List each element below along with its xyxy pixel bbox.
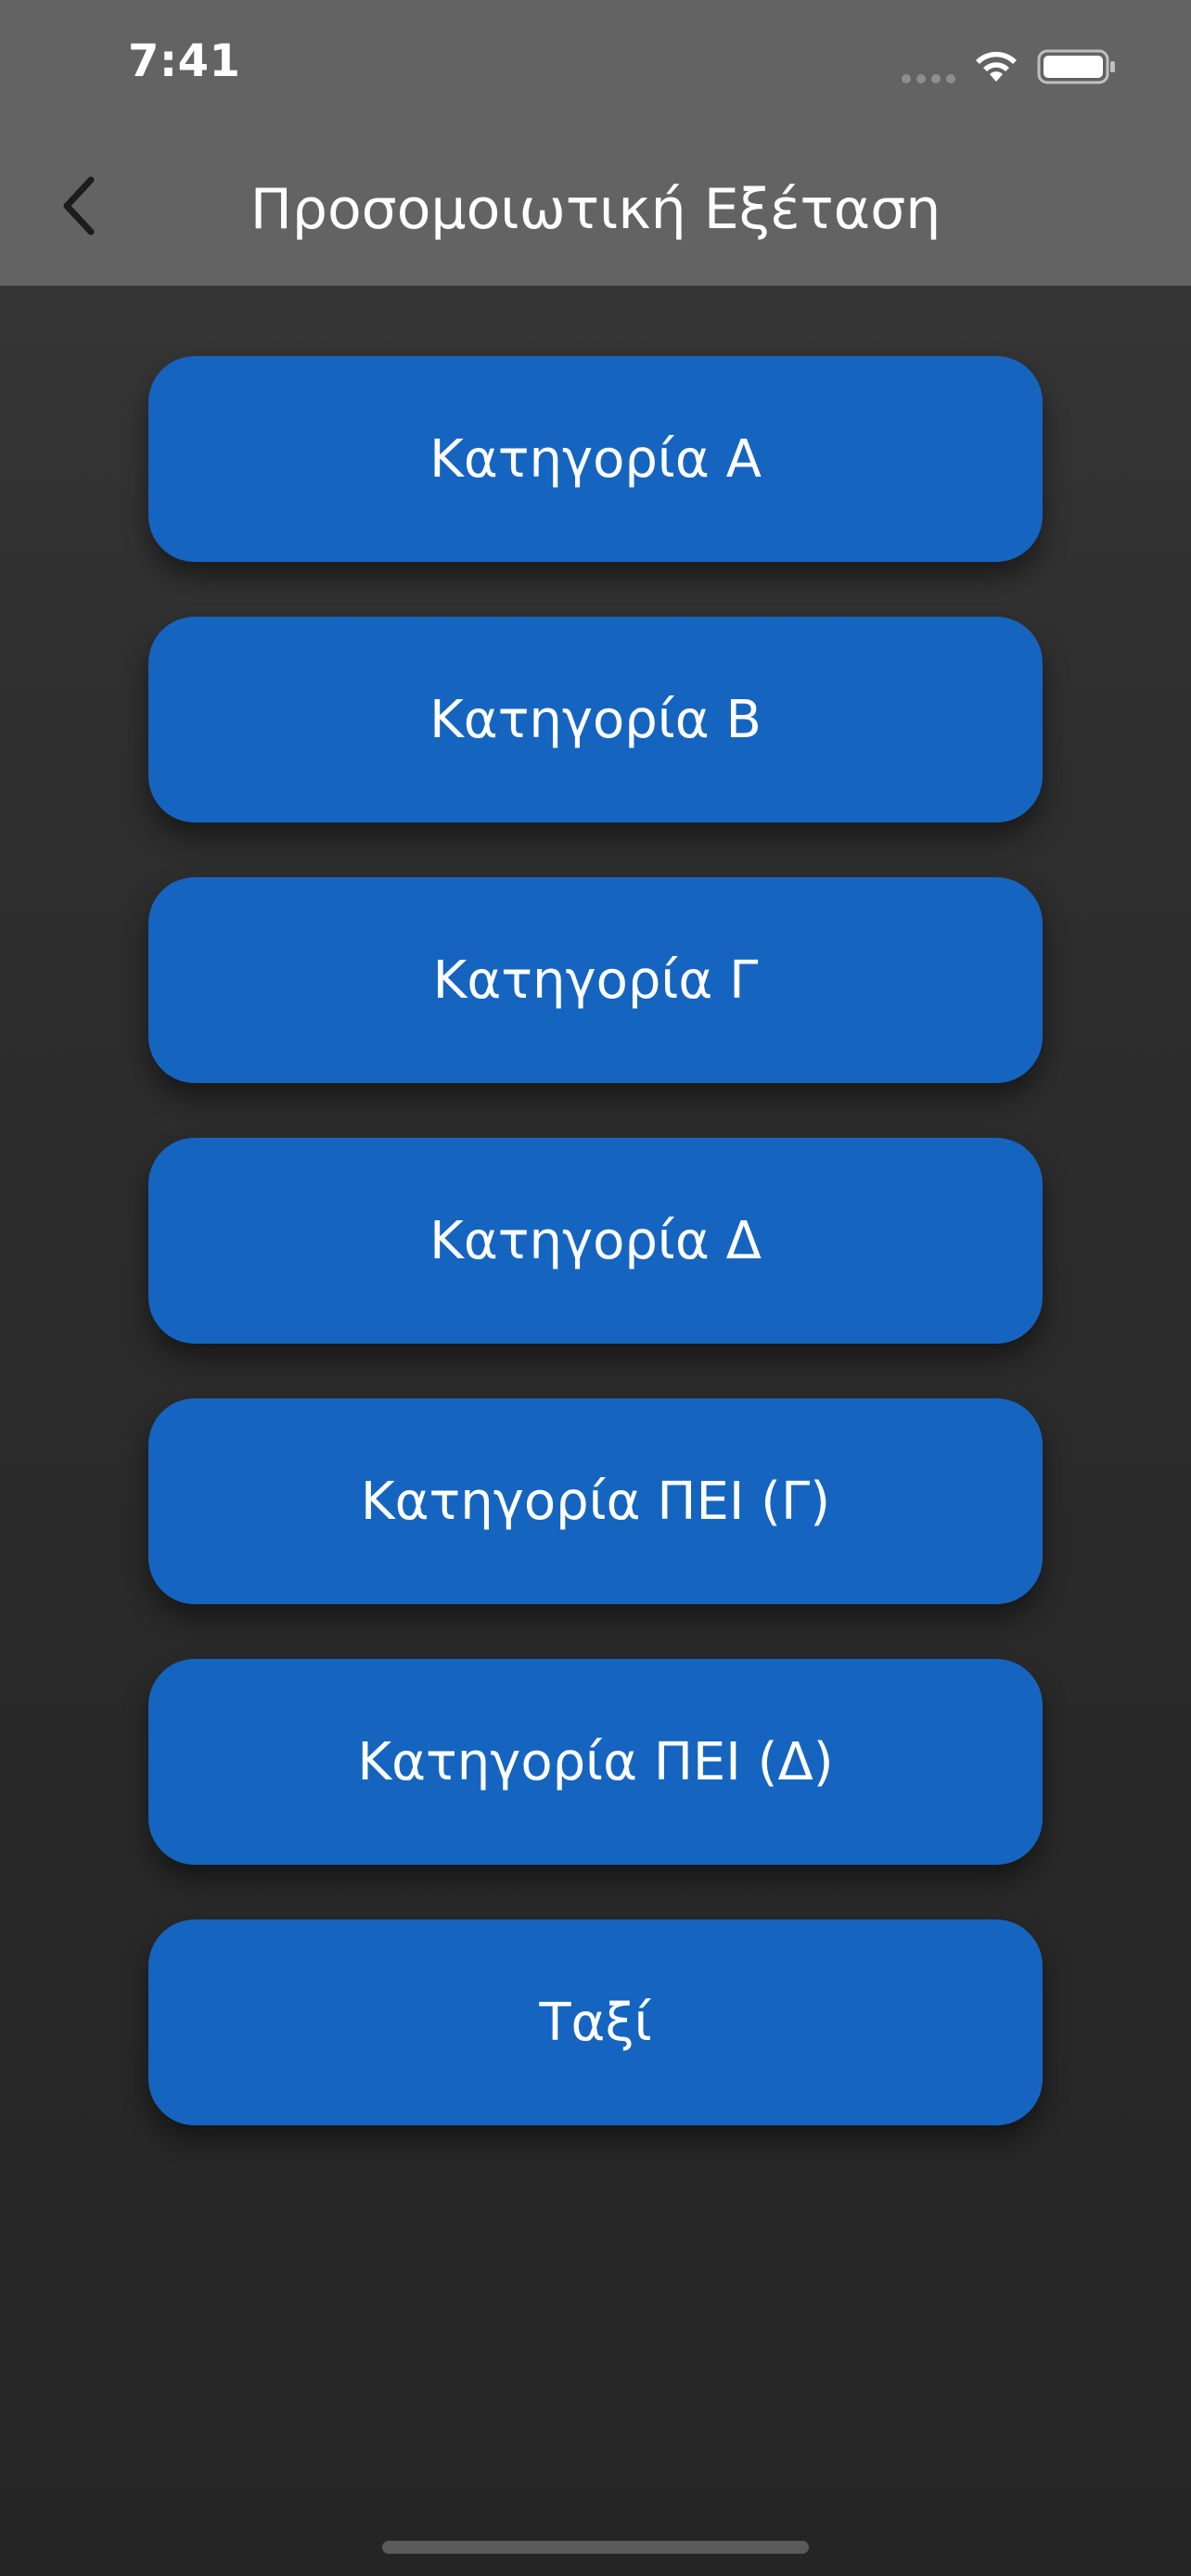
category-d-button[interactable]: Κατηγορία Δ: [148, 1138, 1043, 1344]
category-list: Κατηγορία Α Κατηγορία Β Κατηγορία Γ Κατη…: [148, 356, 1043, 2180]
category-b-button[interactable]: Κατηγορία Β: [148, 617, 1043, 823]
category-pei-c-button[interactable]: Κατηγορία ΠΕΙ (Γ): [148, 1398, 1043, 1604]
navigation-header: 7:41 Προσομοιωτική Εξέταση: [0, 0, 1191, 286]
cellular-signal-icon: [902, 74, 957, 83]
category-a-button[interactable]: Κατηγορία Α: [148, 356, 1043, 562]
page-title: Προσομοιωτική Εξέταση: [250, 177, 941, 242]
category-pei-d-button[interactable]: Κατηγορία ΠΕΙ (Δ): [148, 1659, 1043, 1865]
wifi-icon: [976, 51, 1017, 82]
home-indicator[interactable]: [382, 2541, 809, 2554]
category-c-button[interactable]: Κατηγορία Γ: [148, 877, 1043, 1083]
taxi-button[interactable]: Ταξί: [148, 1919, 1043, 2125]
battery-icon: [1037, 49, 1115, 84]
status-time: 7:41: [128, 35, 241, 87]
